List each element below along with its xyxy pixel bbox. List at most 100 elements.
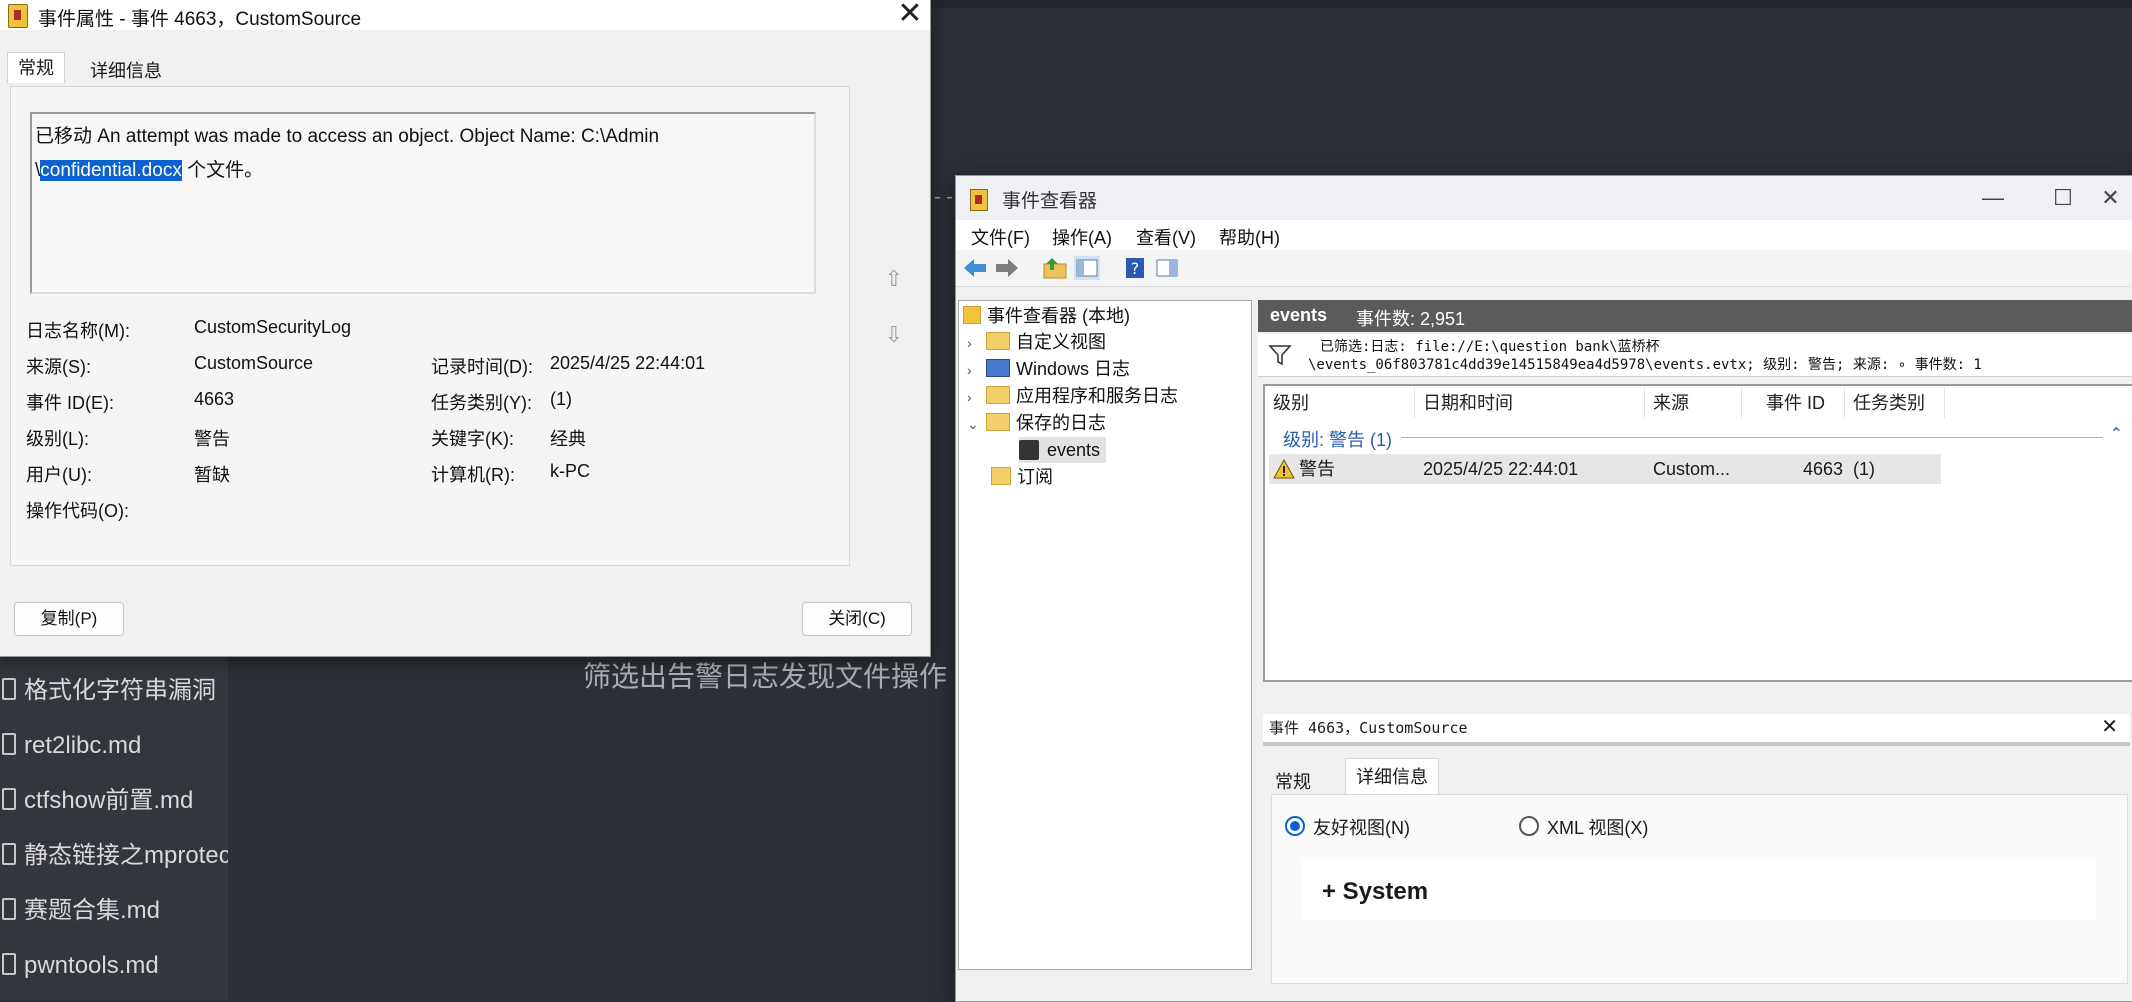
detail-tab-details[interactable]: 详细信息 [1345,758,1439,795]
source-label: 来源(S): [26,357,91,377]
column-level[interactable]: 级别 [1265,388,1415,418]
level-value: 警告 [194,429,230,449]
filter-text-line2: \events_06f803781c4dd39e14515849ea4d5978… [1308,357,1982,373]
sidebar-file-item[interactable]: 静态链接之mprotect [0,828,228,883]
tree-item-subscriptions[interactable]: 订阅 [991,464,1053,490]
detail-tab-general[interactable]: 常规 [1275,768,1311,794]
document-caption: 筛选出告警日志发现文件操作 [583,661,948,692]
menu-bar: 文件(F) 操作(A) 查看(V) 帮助(H) [956,220,2132,250]
chevron-right-icon[interactable]: › [967,357,981,383]
column-event-id[interactable]: 事件 ID [1742,388,1845,418]
selected-text: confidential.docx [40,160,182,181]
minimize-button[interactable]: — [1958,176,2028,220]
column-task-category[interactable]: 任务类别 [1845,388,1945,418]
previous-event-icon[interactable]: ⇧ [881,265,907,293]
keywords-value: 经典 [550,429,586,449]
group-header[interactable]: 级别: 警告 (1) ⌃ [1271,424,2127,452]
console-tree: 事件查看器 (本地) › 自定义视图 › Windows 日志 › 应用程序和服… [958,300,1252,970]
log-header-bar: events 事件数: 2,951 [1258,300,2132,332]
menu-view[interactable]: 查看(V) [1136,224,1196,250]
event-count: 事件数: 2,951 [1356,309,1466,329]
column-datetime[interactable]: 日期和时间 [1415,388,1645,418]
sidebar-file-item[interactable]: 赛题合集.md [0,883,228,938]
log-name-value: CustomSecurityLog [194,317,352,337]
chevron-right-icon[interactable]: › [967,384,981,410]
subscriptions-icon [991,467,1011,485]
chevron-right-icon[interactable]: › [967,330,981,356]
sidebar-file-item[interactable]: pwntools.md [0,938,228,993]
table-row[interactable]: 警告 2025/4/25 22:44:01 Custom... 4663 (1) [1269,454,1941,484]
event-viewer-title: 事件查看器 [1002,191,1098,212]
sidebar-file-item[interactable]: ret2libc.md [0,718,228,773]
tree-item-windows-logs[interactable]: › Windows 日志 [967,356,1130,382]
event-message-box[interactable]: 已移动 An attempt was made to access an obj… [30,112,816,294]
keywords-label: 关键字(K): [431,429,514,449]
show-hide-action-pane-icon[interactable] [1154,256,1180,280]
folder-open-icon [986,413,1011,431]
xml-view-label: XML 视图(X) [1547,818,1649,838]
close-button[interactable]: 关闭(C) [802,602,912,636]
xml-view-radio[interactable] [1519,816,1539,836]
file-icon [2,953,16,975]
event-message: 已移动 An attempt was made to access an obj… [35,126,660,181]
windows-logs-icon [986,359,1011,377]
back-arrow-icon[interactable] [962,256,988,280]
opcode-label: 操作代码(O): [26,501,129,521]
tab-general[interactable]: 常规 [7,52,65,83]
tree-item-app-service-logs[interactable]: › 应用程序和服务日志 [967,383,1178,409]
filter-icon [1268,345,1292,366]
dialog-title: 事件属性 - 事件 4663，CustomSource [38,9,362,30]
toolbar: ? [956,250,2132,287]
copy-button[interactable]: 复制(P) [14,602,124,636]
friendly-view-radio[interactable] [1285,816,1305,836]
logged-value: 2025/4/25 22:44:01 [550,353,706,373]
group-divider [1401,437,2103,438]
menu-action[interactable]: 操作(A) [1052,224,1112,250]
collapse-icon[interactable]: ⌃ [2110,424,2123,444]
event-viewer-icon [970,189,988,211]
help-icon[interactable]: ? [1122,256,1148,280]
user-label: 用户(U): [26,465,92,485]
file-sidebar: 格式化字符串漏洞 ret2libc.md ctfshow前置.md 静态链接之m… [0,650,228,1000]
detail-close-button[interactable]: ✕ [2101,714,2118,739]
event-properties-dialog: 事件属性 - 事件 4663，CustomSource ✕ 常规 详细信息 已移… [0,0,931,657]
folder-icon [986,386,1011,404]
folder-icon [986,332,1011,350]
filter-text-line1: 已筛选:日志: file://E:\question bank\蓝桥杯 [1320,339,1660,355]
row-datetime: 2025/4/25 22:44:01 [1423,459,1579,479]
sidebar-file-item[interactable]: 格式化字符串漏洞 [0,663,228,718]
sidebar-file-item[interactable]: ctfshow前置.md [0,773,228,828]
folder-up-icon[interactable] [1042,256,1068,280]
file-icon [2,733,16,755]
filter-bar: 已筛选:日志: file://E:\question bank\蓝桥杯 \eve… [1258,334,2132,377]
detail-title: 事件 4663，CustomSource [1269,719,1468,737]
close-window-button[interactable]: ✕ [2088,176,2132,220]
task-label: 任务类别(Y): [431,393,532,413]
tab-details[interactable]: 详细信息 [80,56,172,86]
next-event-icon[interactable]: ⇩ [881,321,907,349]
menu-help[interactable]: 帮助(H) [1219,224,1280,250]
log-name: events [1270,305,1328,325]
tree-item-custom-views[interactable]: › 自定义视图 [967,329,1106,355]
warning-icon [1273,459,1295,479]
system-toggle[interactable]: + System [1322,878,1428,906]
log-name-label: 日志名称(M): [26,321,130,341]
show-hide-tree-icon[interactable] [1074,256,1100,280]
logged-label: 记录时间(D): [431,357,533,377]
computer-value: k-PC [550,461,590,481]
tree-root[interactable]: 事件查看器 (本地) [963,303,1130,329]
document-dashes: - - [934,186,953,208]
chevron-down-icon[interactable]: ⌄ [967,411,981,437]
tree-item-events[interactable]: events [1019,437,1107,463]
column-source[interactable]: 来源 [1645,388,1742,418]
task-value: (1) [550,389,572,409]
dialog-close-icon[interactable]: ✕ [890,0,930,30]
menu-file[interactable]: 文件(F) [971,224,1030,250]
system-section: + System [1302,860,2096,920]
file-icon [2,678,16,700]
row-task: (1) [1853,459,1875,479]
forward-arrow-icon[interactable] [994,256,1020,280]
file-icon [2,843,16,865]
tree-item-saved-logs[interactable]: ⌄ 保存的日志 [967,410,1106,436]
svg-text:?: ? [1131,259,1140,278]
